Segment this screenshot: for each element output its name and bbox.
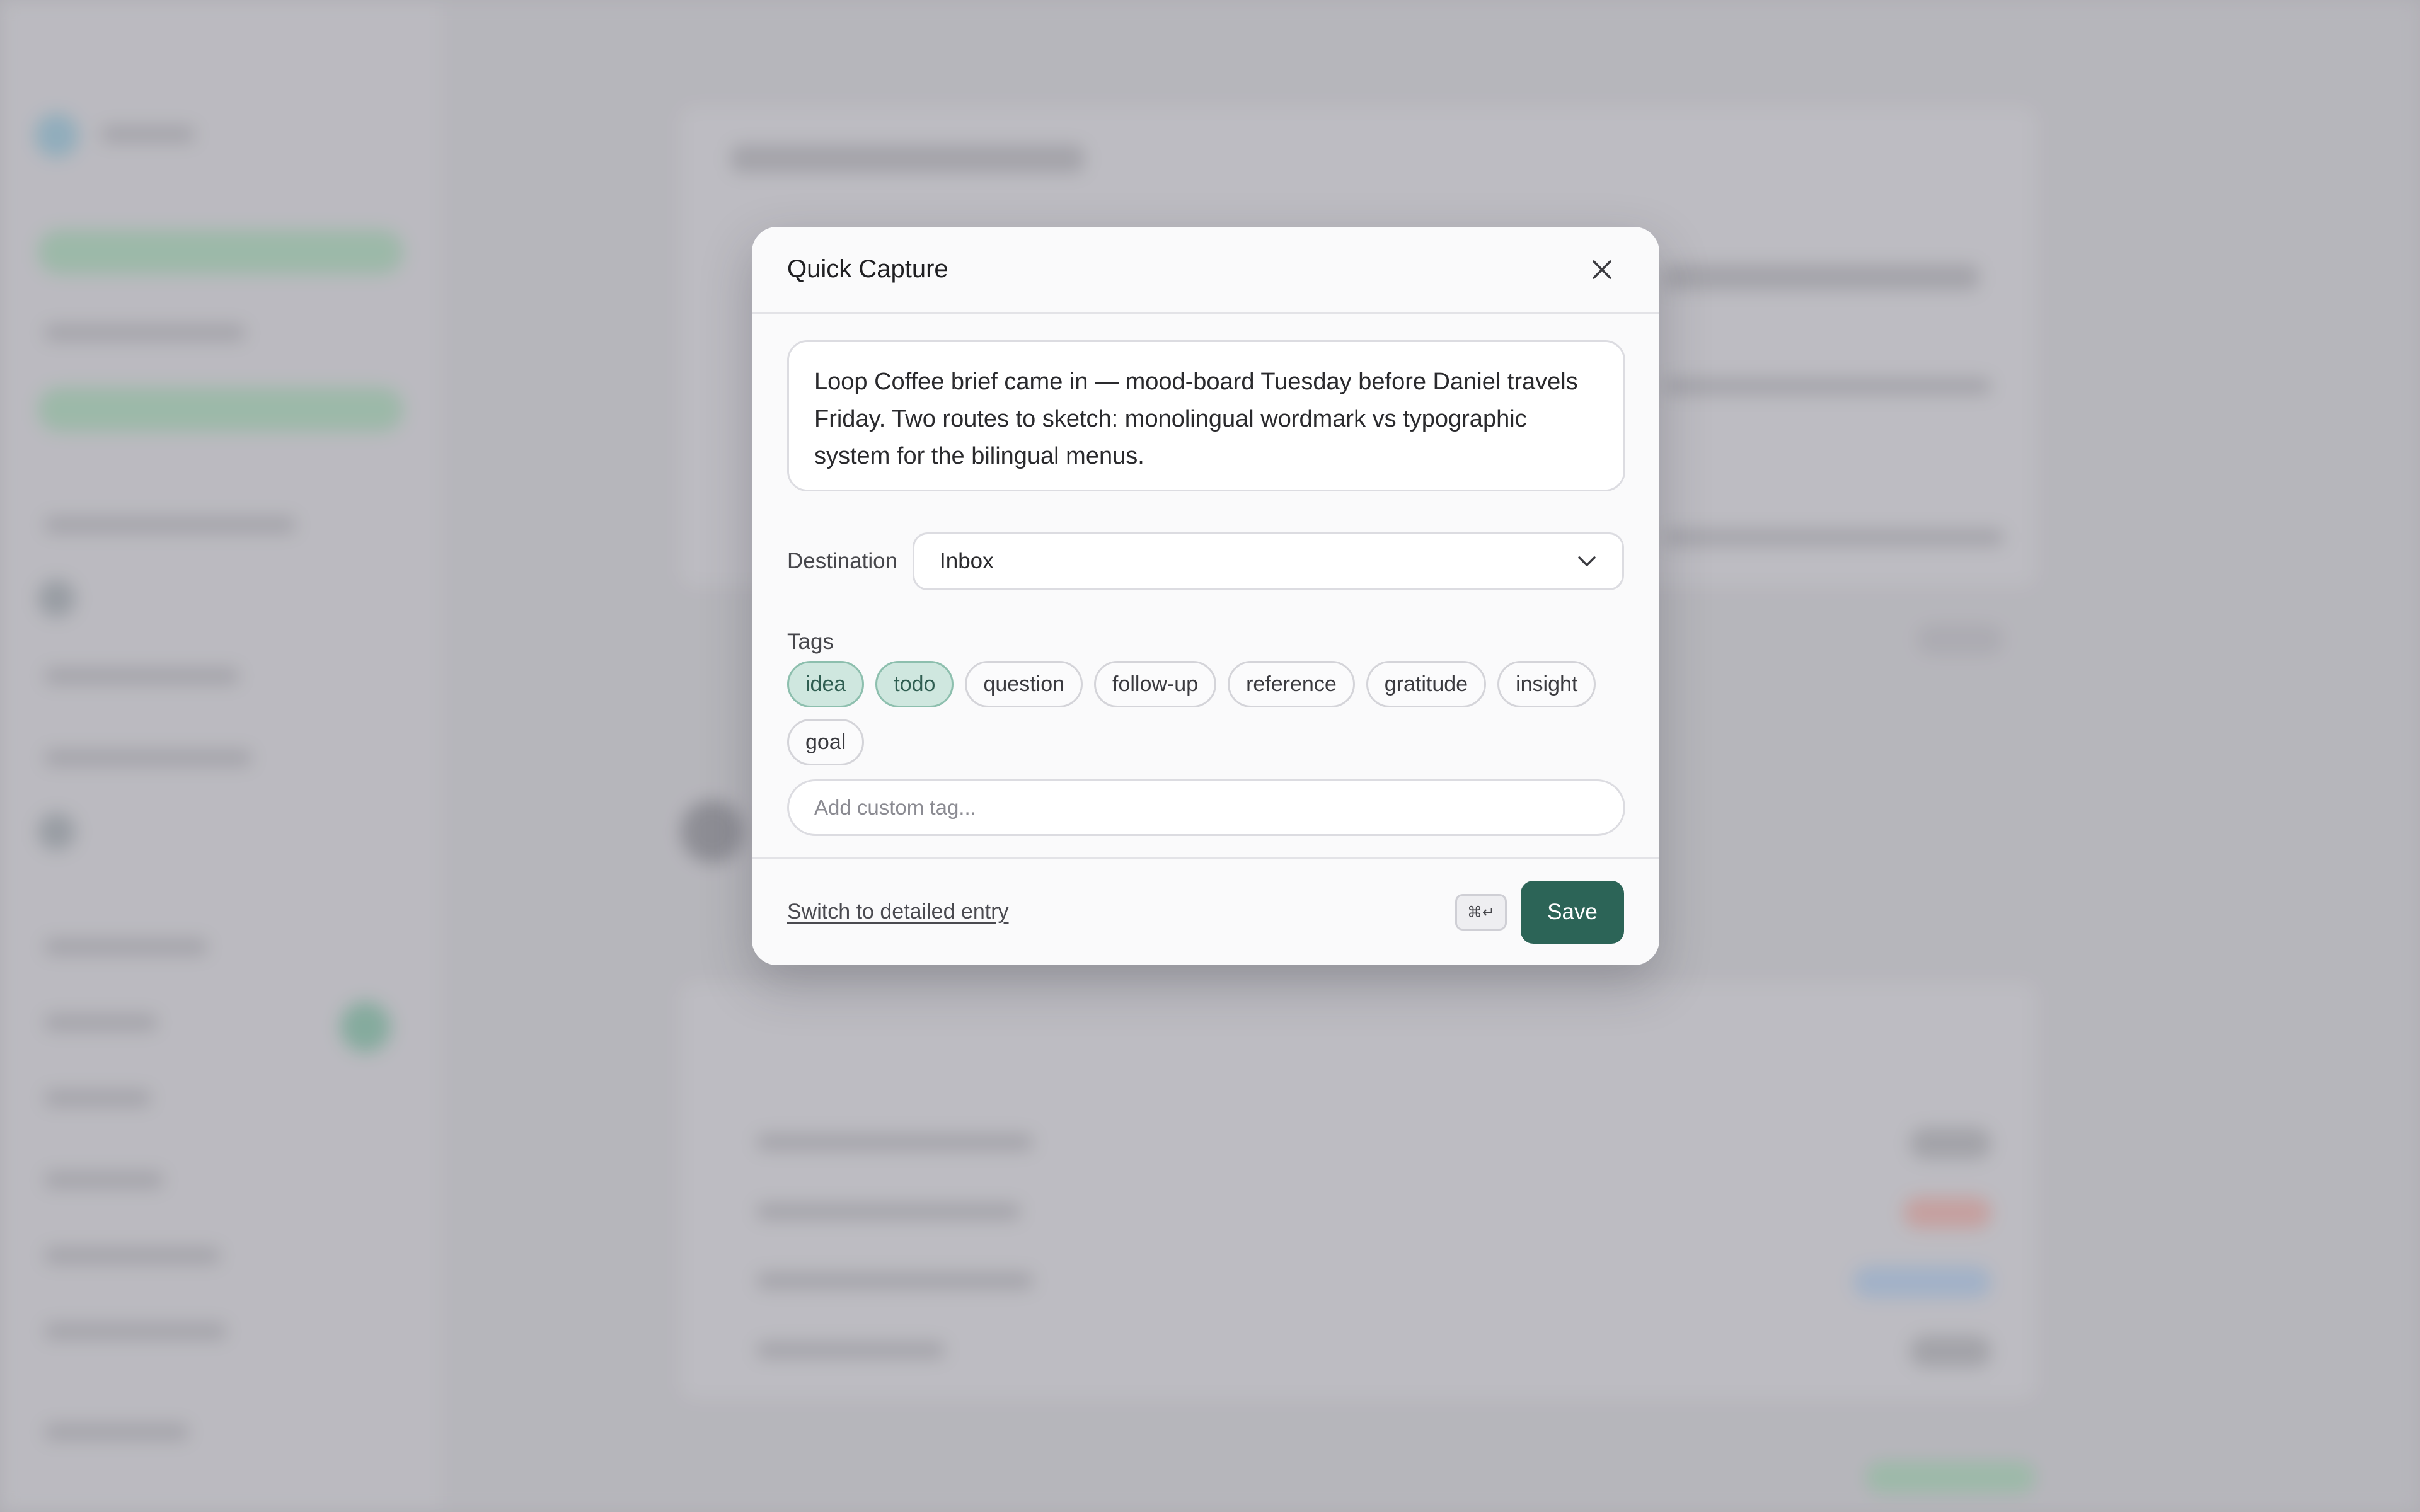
destination-select[interactable]: Inbox [913,532,1624,590]
note-textarea[interactable]: Loop Coffee brief came in — mood-board T… [787,340,1625,491]
footer-actions: ⌘↵ Save [1455,880,1624,944]
tag-chip-todo[interactable]: todo [875,661,954,707]
dialog-body: Loop Coffee brief came in — mood-board T… [752,314,1659,836]
close-button[interactable] [1580,248,1624,292]
tag-chip-idea[interactable]: idea [787,661,865,707]
dialog-footer: Switch to detailed entry ⌘↵ Save [752,857,1659,965]
tag-chip-follow-up[interactable]: follow-up [1094,661,1217,707]
keyboard-shortcut-hint: ⌘↵ [1455,893,1507,931]
tag-chip-gratitude[interactable]: gratitude [1366,661,1487,707]
tag-list: idea todo question follow-up reference g… [787,661,1632,765]
chevron-down-icon [1578,556,1596,566]
destination-label: Destination [787,549,898,573]
switch-to-detailed-link[interactable]: Switch to detailed entry [787,900,1009,924]
dialog-title: Quick Capture [787,255,948,283]
destination-value: Inbox [940,549,994,573]
close-icon [1593,260,1611,279]
dialog-header: Quick Capture [752,227,1659,314]
save-button[interactable]: Save [1521,880,1624,944]
destination-row: Destination Inbox [787,532,1624,590]
tag-chip-insight[interactable]: insight [1497,661,1596,707]
quick-capture-dialog: Quick Capture Loop Coffee brief came in … [752,227,1659,965]
tag-chip-question[interactable]: question [965,661,1083,707]
tags-label: Tags [787,629,834,654]
tag-chip-goal[interactable]: goal [787,719,865,765]
tag-chip-reference[interactable]: reference [1228,661,1355,707]
custom-tag-input[interactable] [787,779,1625,836]
